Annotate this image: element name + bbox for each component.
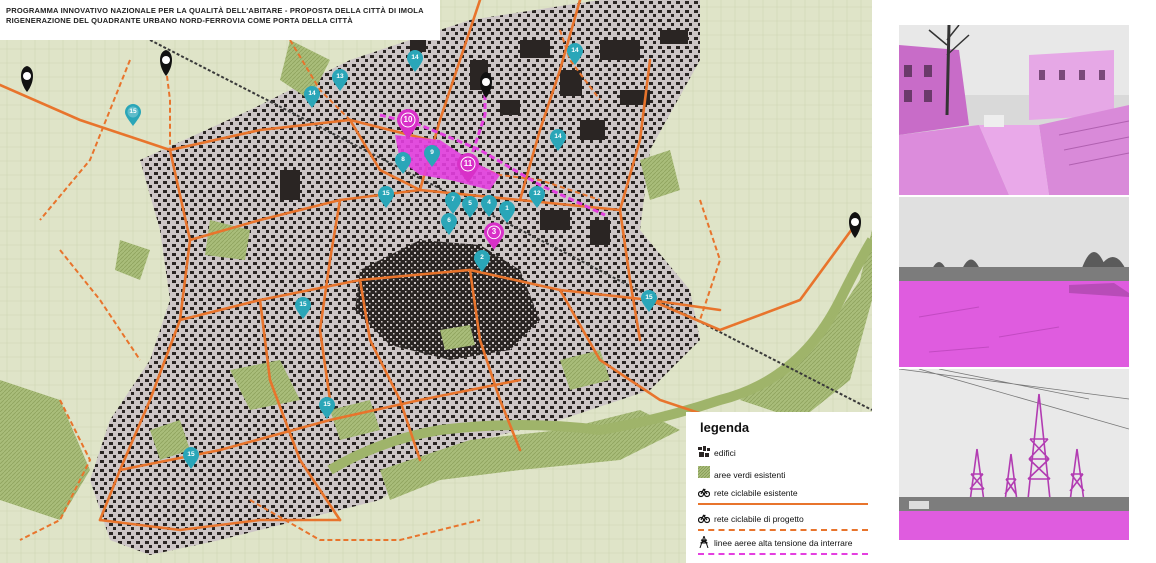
pin-number: 10: [403, 115, 413, 124]
pin-15[interactable]: 15: [378, 186, 394, 208]
legend-title: legenda: [700, 420, 750, 435]
pin-number: 15: [382, 190, 390, 197]
pin-number: 14: [411, 54, 419, 61]
pin-number: 3: [491, 227, 497, 236]
pin-8[interactable]: 8: [395, 152, 411, 174]
pin-15[interactable]: 15: [319, 397, 335, 419]
street-photo: [899, 25, 1129, 195]
legend-line-existing: [698, 503, 868, 505]
pin-6[interactable]: 6: [441, 213, 457, 235]
pin-number: 15: [645, 294, 653, 301]
pin-10[interactable]: 10: [397, 109, 419, 139]
legend-label: linee aeree alta tensione da interrare: [714, 538, 853, 548]
pin-number: 13: [336, 73, 344, 80]
legend-label: aree verdi esistenti: [714, 470, 786, 480]
pin-number: 14: [308, 90, 316, 97]
title-line-2: RIGENERAZIONE DEL QUADRANTE URBANO NORD-…: [6, 16, 353, 25]
pin-number: 15: [187, 451, 195, 458]
buildings-icon: [698, 446, 710, 457]
pin-number: 11: [463, 159, 473, 168]
pin-14[interactable]: 14: [567, 43, 583, 65]
pin-number: 4: [487, 199, 491, 206]
pin-15[interactable]: 15: [183, 447, 199, 469]
legend: legenda edifici aree verdi esistenti ret: [686, 412, 872, 563]
pin-15[interactable]: 15: [125, 104, 141, 126]
pin-number: 15: [323, 401, 331, 408]
legend-line-power: [698, 553, 868, 555]
legend-label: edifici: [714, 448, 736, 458]
pin-11[interactable]: 11: [457, 153, 479, 183]
pin-2[interactable]: 2: [474, 250, 490, 272]
pin-number: 14: [554, 133, 562, 140]
pin-5[interactable]: 5: [462, 196, 478, 218]
pin-12[interactable]: 12: [529, 186, 545, 208]
pin-number: 9: [430, 149, 434, 156]
legend-line-project: [698, 529, 868, 531]
photo-empty-lot: [899, 197, 1129, 367]
bicycle-icon: [698, 514, 710, 524]
pin-number: 2: [480, 254, 484, 261]
pin-4[interactable]: 4: [481, 195, 497, 217]
bicycle-icon: [698, 488, 710, 498]
pylon-icon: [699, 536, 709, 548]
pin-15[interactable]: 15: [295, 297, 311, 319]
pin-number: 6: [447, 217, 451, 224]
legend-item-power-lines: linee aeree alta tensione da interrare: [698, 536, 868, 558]
pin-13[interactable]: 13: [332, 69, 348, 91]
legend-label: rete ciclabile esistente: [714, 488, 798, 498]
legend-item-cycle-existing: rete ciclabile esistente: [698, 486, 868, 508]
pin-number: 5: [468, 200, 472, 207]
lot-photo: [899, 197, 1129, 367]
legend-item-cycle-project: rete ciclabile di progetto: [698, 512, 868, 534]
pin-14[interactable]: 14: [304, 86, 320, 108]
pin-number: 1: [505, 205, 509, 212]
pin-number: 12: [533, 190, 541, 197]
legend-item-buildings: edifici: [698, 446, 868, 468]
photo-street-garages: [899, 25, 1129, 195]
pin-9[interactable]: 9: [424, 145, 440, 167]
map-title-block: PROGRAMMA INNOVATIVO NAZIONALE PER LA QU…: [0, 0, 440, 40]
pin-1[interactable]: 1: [499, 201, 515, 223]
title-line-1: PROGRAMMA INNOVATIVO NAZIONALE PER LA QU…: [6, 6, 424, 15]
city-map[interactable]: PROGRAMMA INNOVATIVO NAZIONALE PER LA QU…: [0, 0, 872, 563]
pin-number: 15: [299, 301, 307, 308]
legend-label: rete ciclabile di progetto: [714, 514, 804, 524]
legend-item-green-areas: aree verdi esistenti: [698, 466, 868, 488]
pin-number: 7: [451, 196, 455, 203]
pin-14[interactable]: 14: [550, 129, 566, 151]
photo-power-pylons: [899, 369, 1129, 540]
pin-14[interactable]: 14: [407, 50, 423, 72]
pin-3[interactable]: 3: [484, 222, 504, 250]
pin-number: 14: [571, 47, 579, 54]
map-pin-icon: [397, 109, 419, 139]
green-area-icon: [698, 466, 710, 478]
pylon-photo: [899, 369, 1129, 540]
pin-number: 8: [401, 156, 405, 163]
pin-7[interactable]: 7: [445, 192, 461, 214]
map-pin-icon: [457, 153, 479, 183]
pin-number: 15: [129, 108, 137, 115]
pin-15[interactable]: 15: [641, 290, 657, 312]
